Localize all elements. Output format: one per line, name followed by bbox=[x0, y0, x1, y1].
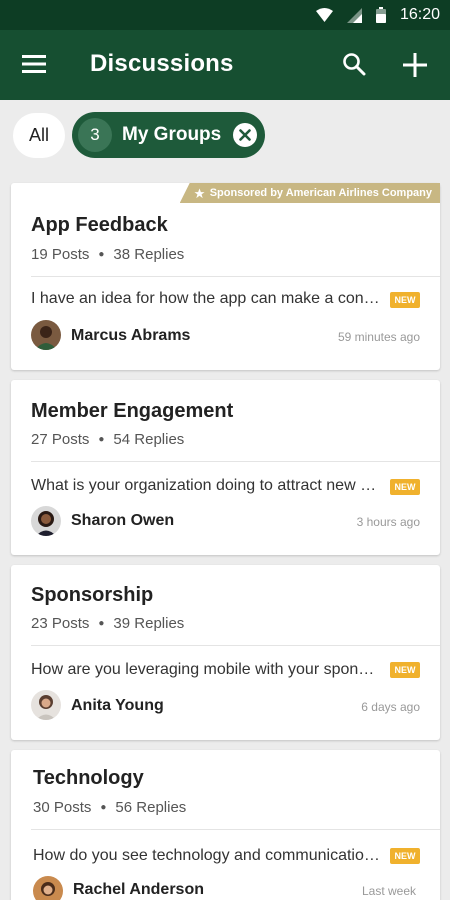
discussion-card[interactable]: Technology 30 Posts ● 56 Replies How do … bbox=[11, 750, 440, 900]
author-name[interactable]: Rachel Anderson bbox=[73, 881, 204, 899]
group-title[interactable]: App Feedback bbox=[31, 214, 168, 237]
avatar[interactable] bbox=[31, 506, 61, 536]
group-title[interactable]: Technology bbox=[33, 767, 144, 790]
author-name[interactable]: Anita Young bbox=[71, 697, 164, 715]
separator-dot: ● bbox=[98, 249, 105, 260]
group-title[interactable]: Member Engagement bbox=[31, 400, 233, 423]
divider bbox=[31, 645, 440, 646]
filter-all-chip[interactable]: All bbox=[13, 113, 65, 158]
status-time: 16:20 bbox=[399, 6, 440, 23]
signal-icon bbox=[346, 7, 362, 23]
app-bar: Discussions bbox=[0, 30, 450, 100]
new-badge: NEW bbox=[390, 292, 420, 308]
author-name[interactable]: Marcus Abrams bbox=[71, 327, 190, 345]
group-stats: 27 Posts ● 54 Replies bbox=[31, 431, 184, 448]
posts-count: 23 Posts bbox=[31, 615, 90, 632]
star-icon bbox=[194, 187, 205, 198]
author-name[interactable]: Sharon Owen bbox=[71, 512, 174, 530]
divider bbox=[31, 829, 440, 830]
post-time: 6 days ago bbox=[361, 700, 420, 714]
close-icon[interactable] bbox=[233, 123, 257, 147]
replies-count: 54 Replies bbox=[113, 431, 185, 448]
groups-count-badge: 3 bbox=[78, 118, 112, 152]
wifi-icon bbox=[315, 8, 333, 22]
avatar[interactable] bbox=[33, 876, 63, 900]
divider bbox=[31, 276, 440, 277]
separator-dot: ● bbox=[98, 618, 105, 629]
battery-icon bbox=[375, 7, 386, 23]
latest-post-preview[interactable]: I have an idea for how the app can make … bbox=[31, 290, 381, 308]
posts-count: 19 Posts bbox=[31, 246, 90, 263]
post-time: 59 minutes ago bbox=[337, 330, 420, 344]
post-time: 3 hours ago bbox=[356, 515, 420, 529]
groups-chip-label: My Groups bbox=[122, 124, 222, 145]
add-icon[interactable] bbox=[402, 52, 428, 83]
new-badge: NEW bbox=[390, 662, 420, 678]
separator-dot: ● bbox=[100, 802, 107, 813]
replies-count: 38 Replies bbox=[113, 246, 185, 263]
replies-count: 39 Replies bbox=[113, 615, 185, 632]
latest-post-preview[interactable]: What is your organization doing to attra… bbox=[31, 477, 381, 495]
avatar[interactable] bbox=[31, 320, 61, 350]
sponsor-text: Sponsored by American Airlines Company bbox=[209, 187, 432, 199]
divider bbox=[31, 461, 440, 462]
discussion-card[interactable]: Sponsorship 23 Posts ● 39 Replies How ar… bbox=[11, 565, 440, 740]
discussion-card[interactable]: Sponsored by American Airlines Company A… bbox=[11, 183, 440, 370]
replies-count: 56 Replies bbox=[115, 799, 187, 816]
new-badge: NEW bbox=[390, 848, 420, 864]
sponsored-ribbon: Sponsored by American Airlines Company bbox=[179, 183, 440, 203]
status-bar: 16:20 bbox=[0, 0, 450, 30]
discussion-card[interactable]: Member Engagement 27 Posts ● 54 Replies … bbox=[11, 380, 440, 555]
page-title: Discussions bbox=[90, 50, 234, 77]
latest-post-preview[interactable]: How are you leveraging mobile with your … bbox=[31, 661, 381, 679]
posts-count: 30 Posts bbox=[33, 799, 92, 816]
new-badge: NEW bbox=[390, 479, 420, 495]
avatar[interactable] bbox=[31, 690, 61, 720]
separator-dot: ● bbox=[98, 434, 105, 445]
latest-post-preview[interactable]: How do you see technology and communicat… bbox=[33, 847, 383, 865]
group-stats: 23 Posts ● 39 Replies bbox=[31, 615, 184, 632]
filter-my-groups-chip[interactable]: 3 My Groups bbox=[72, 112, 265, 158]
group-stats: 19 Posts ● 38 Replies bbox=[31, 246, 184, 263]
menu-icon[interactable] bbox=[22, 54, 46, 79]
group-title[interactable]: Sponsorship bbox=[31, 584, 153, 607]
posts-count: 27 Posts bbox=[31, 431, 90, 448]
filter-bar: All 3 My Groups bbox=[0, 100, 450, 170]
search-icon[interactable] bbox=[342, 52, 366, 81]
group-stats: 30 Posts ● 56 Replies bbox=[33, 799, 186, 816]
post-time: Last week bbox=[361, 884, 416, 898]
